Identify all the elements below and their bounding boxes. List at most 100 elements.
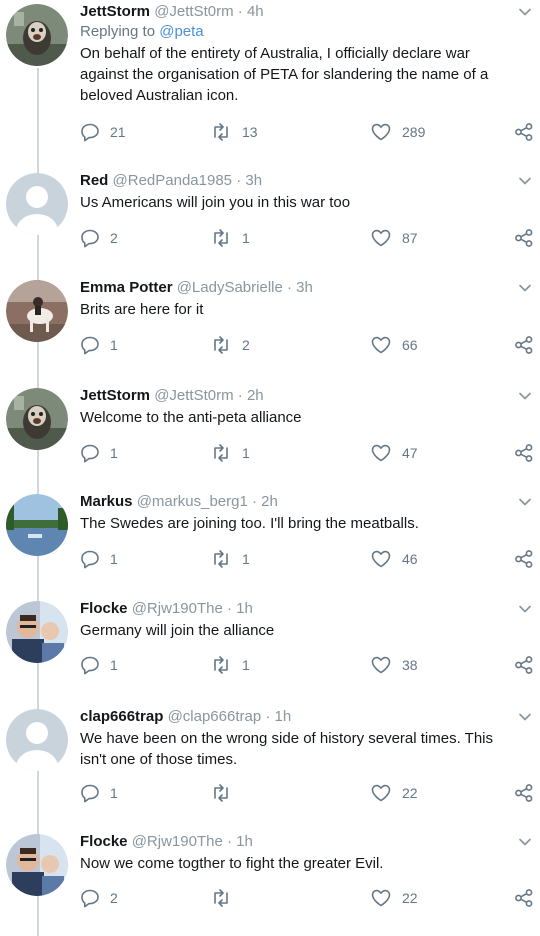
share-button[interactable] bbox=[514, 441, 534, 465]
share-button[interactable] bbox=[514, 886, 534, 910]
timestamp[interactable]: 2h bbox=[261, 493, 278, 510]
share-button[interactable] bbox=[514, 226, 534, 250]
retweet-button[interactable]: 2 bbox=[210, 333, 250, 357]
tweet-body: Flocke @Rjw190The · 1h Germany will join… bbox=[80, 599, 520, 641]
share-icon bbox=[514, 122, 534, 142]
reply-count: 1 bbox=[110, 337, 118, 353]
user-handle[interactable]: @Rjw190The bbox=[132, 600, 223, 617]
user-handle[interactable]: @LadySabrielle bbox=[177, 279, 283, 296]
reply-button[interactable]: 1 bbox=[80, 781, 118, 805]
reply-button[interactable]: 1 bbox=[80, 653, 118, 677]
like-button[interactable]: 22 bbox=[370, 781, 418, 805]
share-button[interactable] bbox=[514, 781, 534, 805]
user-handle[interactable]: @RedPanda1985 bbox=[113, 172, 233, 189]
reply-button[interactable]: 2 bbox=[80, 886, 118, 910]
timestamp[interactable]: 2h bbox=[247, 387, 264, 404]
retweet-count: 1 bbox=[242, 551, 250, 567]
timestamp[interactable]: 1h bbox=[236, 833, 253, 850]
like-button[interactable]: 87 bbox=[370, 226, 418, 250]
share-button[interactable] bbox=[514, 333, 534, 357]
avatar[interactable] bbox=[6, 280, 68, 342]
user-handle[interactable]: @clap666trap bbox=[168, 708, 262, 725]
tweet-text: Now we come togther to fight the greater… bbox=[80, 855, 384, 872]
share-button[interactable] bbox=[514, 120, 534, 144]
retweet-button[interactable]: 1 bbox=[210, 226, 250, 250]
tweet-actions: 2 1 87 bbox=[80, 226, 540, 250]
retweet-count: 1 bbox=[242, 445, 250, 461]
share-button[interactable] bbox=[514, 547, 534, 571]
display-name[interactable]: Emma Potter bbox=[80, 279, 173, 296]
retweet-button[interactable] bbox=[210, 781, 242, 805]
chevron-down-icon[interactable] bbox=[518, 709, 532, 721]
reply-button[interactable]: 21 bbox=[80, 120, 126, 144]
display-name[interactable]: JettStorm bbox=[80, 387, 150, 404]
heart-icon bbox=[370, 335, 392, 355]
avatar[interactable] bbox=[6, 388, 68, 450]
like-button[interactable]: 38 bbox=[370, 653, 418, 677]
chevron-down-icon[interactable] bbox=[518, 388, 532, 400]
tweet-body: Markus @markus_berg1 · 2h The Swedes are… bbox=[80, 492, 520, 534]
like-button[interactable]: 66 bbox=[370, 333, 418, 357]
chevron-down-icon[interactable] bbox=[518, 834, 532, 846]
chevron-down-icon[interactable] bbox=[518, 280, 532, 292]
reply-button[interactable]: 1 bbox=[80, 547, 118, 571]
retweet-button[interactable] bbox=[210, 886, 242, 910]
user-handle[interactable]: @JettSt0rm bbox=[154, 387, 233, 404]
retweet-button[interactable]: 1 bbox=[210, 441, 250, 465]
user-handle[interactable]: @JettSt0rm bbox=[154, 3, 233, 20]
reply-button[interactable]: 1 bbox=[80, 333, 118, 357]
replying-to-label: Replying to bbox=[80, 23, 156, 40]
user-handle[interactable]: @markus_berg1 bbox=[137, 493, 248, 510]
mention-link[interactable]: @peta bbox=[159, 23, 203, 40]
timestamp[interactable]: 4h bbox=[247, 3, 264, 20]
reply-count: 1 bbox=[110, 551, 118, 567]
reply-button[interactable]: 2 bbox=[80, 226, 118, 250]
timestamp[interactable]: 3h bbox=[245, 172, 262, 189]
display-name[interactable]: Markus bbox=[80, 493, 133, 510]
timestamp[interactable]: 3h bbox=[296, 279, 313, 296]
chevron-down-icon[interactable] bbox=[518, 494, 532, 506]
display-name[interactable]: clap666trap bbox=[80, 708, 163, 725]
reply-button[interactable]: 1 bbox=[80, 441, 118, 465]
chevron-down-icon[interactable] bbox=[518, 4, 532, 16]
display-name[interactable]: JettStorm bbox=[80, 3, 150, 20]
tweet-body: clap666trap @clap666trap · 1h We have be… bbox=[80, 707, 520, 770]
display-name[interactable]: Flocke bbox=[80, 600, 128, 617]
separator-dot: · bbox=[226, 600, 232, 617]
display-name[interactable]: Red bbox=[80, 172, 108, 189]
timestamp[interactable]: 1h bbox=[275, 708, 292, 725]
separator-dot: · bbox=[265, 708, 271, 725]
separator-dot: · bbox=[226, 833, 232, 850]
like-button[interactable]: 289 bbox=[370, 120, 425, 144]
avatar[interactable] bbox=[6, 4, 68, 66]
user-handle[interactable]: @Rjw190The bbox=[132, 833, 223, 850]
timestamp[interactable]: 1h bbox=[236, 600, 253, 617]
separator-dot: · bbox=[237, 3, 243, 20]
tweet-body: Emma Potter @LadySabrielle · 3h Brits ar… bbox=[80, 278, 520, 320]
tweet-text: Germany will join the alliance bbox=[80, 622, 275, 639]
display-name[interactable]: Flocke bbox=[80, 833, 128, 850]
chevron-down-icon[interactable] bbox=[518, 601, 532, 613]
reply-count: 1 bbox=[110, 785, 118, 801]
like-button[interactable]: 46 bbox=[370, 547, 418, 571]
share-icon bbox=[514, 549, 534, 569]
chevron-down-icon[interactable] bbox=[518, 173, 532, 185]
avatar[interactable] bbox=[6, 709, 68, 771]
tweet-actions: 21 13 289 bbox=[80, 120, 540, 144]
avatar[interactable] bbox=[6, 173, 68, 235]
like-count: 87 bbox=[402, 230, 418, 246]
like-button[interactable]: 22 bbox=[370, 886, 418, 910]
avatar[interactable] bbox=[6, 601, 68, 663]
retweet-button[interactable]: 13 bbox=[210, 120, 258, 144]
like-count: 47 bbox=[402, 445, 418, 461]
tweet-text: On behalf of the entirety of Australia, … bbox=[80, 45, 489, 104]
retweet-button[interactable]: 1 bbox=[210, 653, 250, 677]
reply-icon bbox=[80, 335, 100, 355]
like-count: 66 bbox=[402, 337, 418, 353]
share-button[interactable] bbox=[514, 653, 534, 677]
retweet-button[interactable]: 1 bbox=[210, 547, 250, 571]
tweet-header: JettStorm @JettSt0rm · 2h bbox=[80, 386, 520, 406]
like-button[interactable]: 47 bbox=[370, 441, 418, 465]
avatar[interactable] bbox=[6, 494, 68, 556]
avatar[interactable] bbox=[6, 834, 68, 896]
